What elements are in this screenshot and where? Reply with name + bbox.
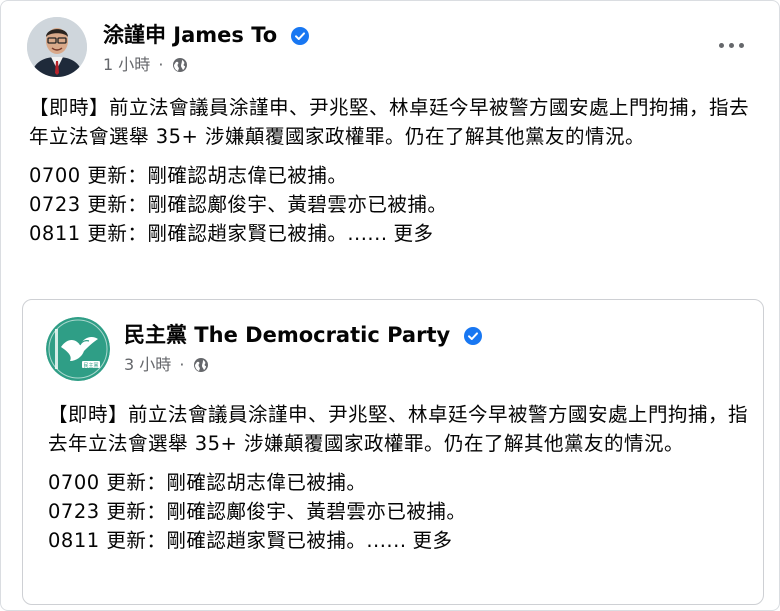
shared-author-name-text[interactable]: 民主黨 The Democratic Party (124, 323, 450, 347)
author-avatar[interactable] (27, 17, 87, 77)
post-meta: 1 小時 · (103, 51, 188, 75)
update-line: 0723 更新：剛確認鄺俊宇、黃碧雲亦已被捕。 (29, 193, 448, 216)
more-dot (729, 43, 734, 48)
shared-see-more-link[interactable]: 更多 (413, 529, 453, 552)
shared-post-meta: 3 小時 · (124, 351, 209, 375)
shared-post[interactable]: 民主黨 民主黨 The Democratic Party 3 小時 · 【即時】… (22, 299, 764, 605)
shared-update-line-last: 0811 更新：剛確認趙家賢已被捕。...... 更多 (48, 526, 748, 555)
shared-update-line-text: 0811 更新：剛確認趙家賢已被捕。...... (48, 529, 407, 552)
meta-separator: · (158, 55, 164, 74)
shared-author-name[interactable]: 民主黨 The Democratic Party (124, 319, 482, 349)
author-photo (27, 17, 87, 77)
author-name[interactable]: 涂謹申 James To (103, 19, 309, 49)
update-line: 0700 更新：剛確認胡志偉已被捕。 (29, 164, 348, 187)
globe-icon[interactable] (193, 357, 209, 373)
logo-lettering: 民主黨 (83, 362, 98, 369)
verified-badge-icon (290, 27, 309, 45)
globe-icon[interactable] (172, 57, 188, 73)
update-line-text: 0811 更新：剛確認趙家賢已被捕。...... (29, 222, 388, 245)
author-name-text[interactable]: 涂謹申 James To (103, 23, 277, 47)
democratic-party-avatar[interactable]: 民主黨 (46, 317, 110, 381)
meta-separator: · (179, 355, 185, 374)
verified-badge-icon (463, 327, 482, 345)
facebook-post-card: 涂謹申 James To 1 小時 · 【即時】前立法會議員涂謹申、尹兆堅、林卓… (0, 0, 780, 611)
update-line-last: 0811 更新：剛確認趙家賢已被捕。...... 更多 (29, 219, 754, 248)
shared-post-timestamp[interactable]: 3 小時 (124, 355, 171, 374)
post-paragraph: 【即時】前立法會議員涂謹申、尹兆堅、林卓廷今早被警方國安處上門拘捕，指去年立法會… (29, 96, 750, 148)
shared-post-body: 【即時】前立法會議員涂謹申、尹兆堅、林卓廷今早被警方國安處上門拘捕，指去年立法會… (48, 400, 748, 555)
democratic-party-logo: 民主黨 (46, 317, 110, 381)
post-timestamp[interactable]: 1 小時 (103, 55, 150, 74)
more-dot (719, 43, 724, 48)
post-body: 【即時】前立法會議員涂謹申、尹兆堅、林卓廷今早被警方國安處上門拘捕，指去年立法會… (29, 93, 754, 248)
post-options-button[interactable] (713, 33, 749, 57)
shared-update-line: 0723 更新：剛確認鄺俊宇、黃碧雲亦已被捕。 (48, 500, 467, 523)
see-more-link[interactable]: 更多 (394, 222, 434, 245)
shared-post-paragraph: 【即時】前立法會議員涂謹申、尹兆堅、林卓廷今早被警方國安處上門拘捕，指去年立法會… (48, 403, 749, 455)
shared-update-line: 0700 更新：剛確認胡志偉已被捕。 (48, 471, 367, 494)
more-dot (739, 43, 744, 48)
